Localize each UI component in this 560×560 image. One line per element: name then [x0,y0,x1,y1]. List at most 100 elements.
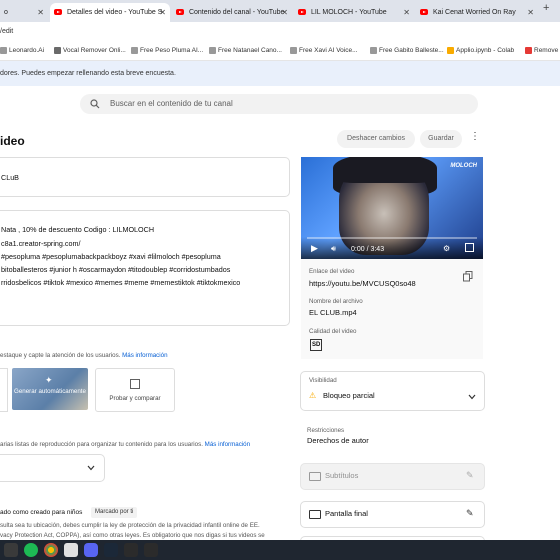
quality-label: Calidad del video [309,328,357,335]
playlist-dropdown[interactable] [0,454,105,482]
description-line: #pesopluma #pesoplumabackpackboyz #xavi … [1,252,221,261]
settings-icon[interactable]: ⚙ [443,244,450,253]
thumbnail-upload-tile[interactable] [0,368,8,412]
browser-tab[interactable]: o ✕ [0,3,48,22]
youtube-icon [420,9,428,16]
taskbar-app-icon[interactable] [4,543,18,557]
end-screen-icon [309,510,321,519]
bookmark-item[interactable]: Free Gabito Balleste... [370,45,444,57]
address-bar[interactable]: /edit [0,22,560,42]
thumbnail-hint-text: estaque y capte la atención de los usuar… [0,352,121,359]
bookmark-label: Applio.ipynb - Colab [456,47,515,54]
end-screen-row[interactable]: Pantalla final ✎ [300,501,485,528]
close-tab-icon[interactable]: ✕ [281,3,288,22]
globe-icon [209,46,216,54]
close-tab-icon[interactable]: ✕ [403,3,410,22]
taskbar-app-icon[interactable] [144,543,158,557]
banner-text: dores. Puedes empezar rellenando esta br… [0,70,176,77]
close-tab-icon[interactable]: ✕ [159,3,166,22]
browser-tab[interactable]: Kai Cenat Worried On Ray ✕ [416,3,538,22]
player-controls: ▶ 🔊︎ 0:00 / 3:43 ⚙ [301,237,483,259]
spotify-icon[interactable] [24,543,38,557]
video-watermark: MOLOCH [450,163,477,169]
playlist-more-info-link[interactable]: Más información [205,441,250,448]
search-input[interactable]: Buscar en el contenido de tu canal [80,94,478,114]
copy-icon[interactable] [463,271,473,282]
browser-tab[interactable]: Contenido del canal - YouTube ✕ [172,3,292,22]
test-compare-label: Probar y comparar [109,395,161,402]
tab-label: Kai Cenat Worried On Ray [432,9,516,16]
play-icon[interactable]: ▶ [311,243,318,254]
bookmark-item[interactable]: Vocal Remover Onli... [54,45,126,57]
auto-generate-tile[interactable]: ✦ Generar automáticamente [12,368,88,410]
chrome-icon[interactable] [44,543,58,557]
test-compare-tile[interactable]: Probar y comparar [95,368,175,412]
edit-pencil-icon[interactable]: ✎ [466,470,474,481]
bookmark-label: Leonardo.Ai [9,47,45,54]
title-value: CLuB [1,173,19,182]
more-options-icon[interactable]: ⋮ [470,131,480,142]
bookmark-item[interactable]: Free Natanael Cano... [209,45,282,57]
audience-badge: Marcado por ti [91,507,138,518]
description-line: Nata , 10% de descuento Codigo : LILMOLO… [1,225,155,234]
survey-banner: dores. Puedes empezar rellenando esta br… [0,61,560,86]
bookmark-label: Free Peso Pluma AI... [140,47,204,54]
thumbnail-more-info-link[interactable]: Más información [122,352,167,359]
edit-pencil-icon[interactable]: ✎ [466,508,474,519]
new-tab-icon[interactable]: + [543,2,549,14]
progress-bar[interactable] [307,237,477,239]
close-tab-icon[interactable]: ✕ [37,3,44,22]
audience-label: ado como creado para niños [0,509,83,516]
remove-icon [525,46,532,54]
tab-label: Contenido del canal - YouTube [188,9,285,16]
subtitles-row[interactable]: Subtítulos ✎ [300,463,485,490]
tab-label: Detalles del video - YouTube S [66,9,163,16]
youtube-icon [54,9,62,16]
volume-icon[interactable]: 🔊︎ [331,244,336,254]
bookmark-icon [0,46,7,54]
quality-badge: SD [310,339,323,351]
bookmark-label: Free Xavi AI Voice... [299,47,358,54]
chevron-down-icon [468,394,476,400]
bookmark-item[interactable]: Remove [525,45,558,57]
title-field[interactable]: CLuB [0,157,290,197]
undo-changes-button[interactable]: Deshacer cambios [337,130,415,148]
youtube-icon [176,9,184,16]
restrictions-value[interactable]: Derechos de autor [307,436,369,445]
page-title: ideo [0,134,25,148]
fullscreen-icon[interactable] [465,243,474,252]
description-line: bitoballesteros #junior h #oscarmaydon #… [1,265,231,274]
browser-tab-active[interactable]: Detalles del video - YouTube S ✕ [50,3,170,22]
bookmark-icon [54,46,61,54]
thumbnail-hint: estaque y capte la atención de los usuar… [0,352,168,359]
save-button[interactable]: Guardar [420,130,462,148]
bookmark-item[interactable]: Free Xavi AI Voice... [290,45,358,57]
browser-tab[interactable]: LIL MOLOCH - YouTube ✕ [294,3,414,22]
video-link[interactable]: https://youtu.be/MVCUSQ0so48 [309,279,416,288]
bookmark-item[interactable]: Applio.ipynb - Colab [447,45,514,57]
time-display: 0:00 / 3:43 [351,246,385,253]
bookmark-label: Remove [534,47,559,54]
filename-label: Nombre del archivo [309,298,363,305]
bookmark-label: Free Natanael Cano... [218,47,282,54]
search-placeholder: Buscar en el contenido de tu canal [110,99,233,108]
description-field[interactable]: Nata , 10% de descuento Codigo : LILMOLO… [0,210,290,326]
colab-icon [447,46,454,54]
globe-icon [131,46,138,54]
discord-icon[interactable] [84,543,98,557]
warning-icon: ⚠ [309,391,317,400]
close-tab-icon[interactable]: ✕ [527,3,534,22]
bookmark-item[interactable]: Leonardo.Ai [0,45,44,57]
description-line: rridosbelicos #tiktok #mexico #memes #me… [1,278,241,287]
bookmark-label: Vocal Remover Onli... [63,47,126,54]
visibility-select[interactable]: Visibilidad ⚠ Bloqueo parcial [300,371,485,411]
search-icon [90,99,100,109]
steam-icon[interactable] [104,543,118,557]
taskbar-app-icon[interactable] [64,543,78,557]
video-preview[interactable]: MOLOCH ▶ 🔊︎ 0:00 / 3:43 ⚙ [301,157,483,259]
taskbar-app-icon[interactable] [124,543,138,557]
link-label: Enlace del video [309,268,355,275]
visibility-value: Bloqueo parcial [323,391,375,400]
sparkle-icon: ✦ [45,375,53,385]
bookmark-item[interactable]: Free Peso Pluma AI... [131,45,203,57]
